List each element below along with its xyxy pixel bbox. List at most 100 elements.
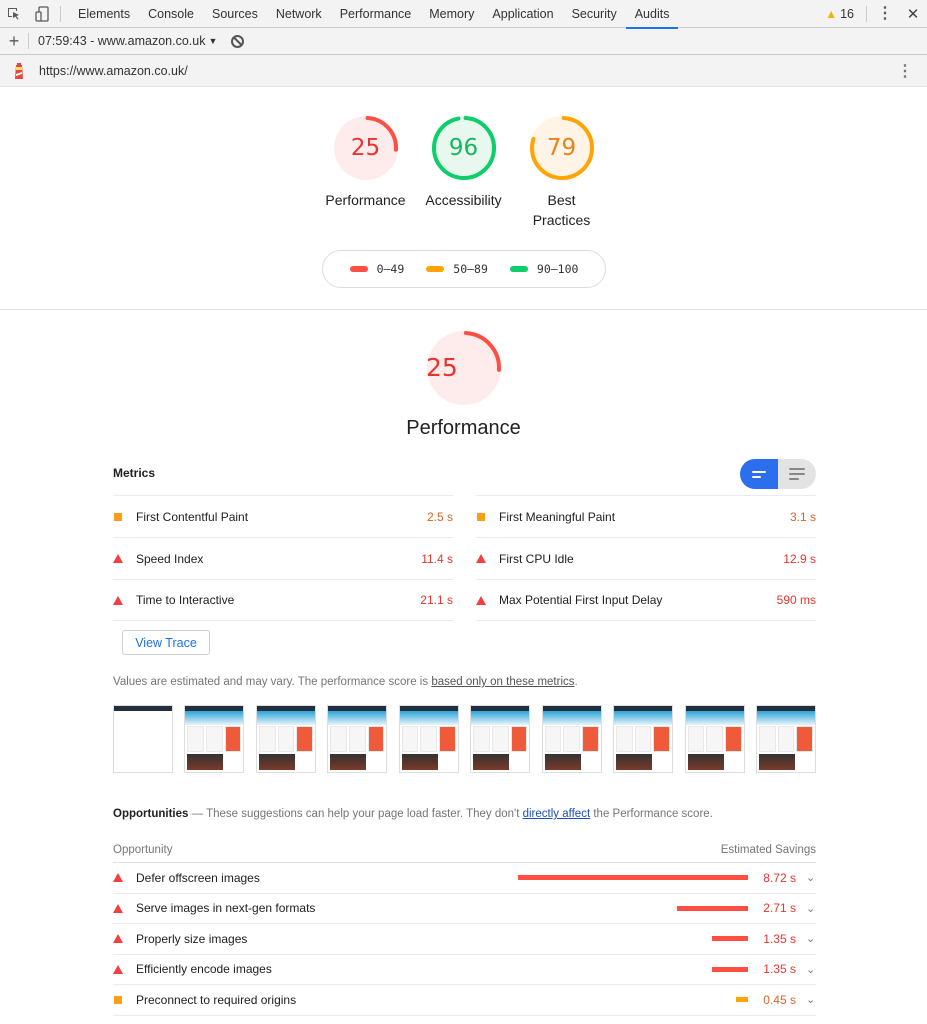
metric-name: Max Potential First Input Delay xyxy=(499,593,663,607)
chevron-down-icon[interactable]: ⌄ xyxy=(806,902,816,915)
chevron-down-icon[interactable]: ⌄ xyxy=(806,932,816,945)
performance-gauge: 25 xyxy=(426,330,502,406)
warnings-count: 16 xyxy=(840,6,854,21)
fail-triangle-icon xyxy=(476,554,499,563)
metrics-note: Values are estimated and may vary. The p… xyxy=(113,676,578,688)
opportunity-row[interactable]: Properly size images 1.35 s ⌄ xyxy=(113,924,816,955)
warnings-badge[interactable]: ▲ 16 xyxy=(817,7,862,21)
average-square-icon xyxy=(113,512,136,521)
chevron-down-icon[interactable]: ⌄ xyxy=(806,871,816,884)
metric-value: 2.5 s xyxy=(426,509,453,524)
legend-item-pass: 90–100 xyxy=(509,262,578,276)
chevron-down-icon[interactable]: ⌄ xyxy=(806,993,816,1006)
savings-bar xyxy=(518,875,748,881)
legend-item-fail: 0–49 xyxy=(349,262,405,276)
new-audit-button[interactable]: + xyxy=(0,28,28,55)
more-options-icon[interactable]: ⋮ xyxy=(871,0,899,28)
report-url: https://www.amazon.co.uk/ xyxy=(39,63,188,78)
directly-affect-link[interactable]: directly affect xyxy=(523,808,591,820)
score-gauge: 25 xyxy=(333,115,399,181)
savings-bar xyxy=(676,905,748,911)
opportunity-row[interactable]: Serve images in next-gen formats 2.71 s ⌄ xyxy=(113,894,816,924)
legend-item-average: 50–89 xyxy=(426,262,488,276)
tab-network[interactable]: Network xyxy=(267,0,331,28)
report-select-value: 07:59:43 - www.amazon.co.uk xyxy=(38,34,206,48)
opportunities-description: These suggestions can help your page loa… xyxy=(206,808,523,820)
chevron-down-icon[interactable]: ⌄ xyxy=(806,963,816,976)
report-url-bar: https://www.amazon.co.uk/ ⋮ xyxy=(0,55,927,87)
savings-bar xyxy=(736,997,748,1003)
legend-range: 0–49 xyxy=(376,262,405,276)
devtools-tabs: Elements Console Sources Network Performance… xyxy=(69,0,679,29)
score-legend: 0–49 50–89 90–100 xyxy=(322,250,606,288)
filmstrip-frame xyxy=(470,705,531,773)
gauge-best-practices[interactable]: 79 Best Practices xyxy=(513,115,611,230)
gauge-score: 79 xyxy=(546,135,577,161)
opportunity-row[interactable]: Preconnect to required origins 0.45 s ⌄ xyxy=(113,985,816,1016)
fail-triangle-icon xyxy=(476,595,499,605)
fail-triangle-icon xyxy=(113,934,136,944)
tab-console[interactable]: Console xyxy=(139,0,203,28)
filmstrip-frame xyxy=(613,705,674,773)
gauge-score: 96 xyxy=(448,135,479,161)
tab-performance[interactable]: Performance xyxy=(331,0,421,28)
opportunity-name: Efficiently encode images xyxy=(136,962,272,977)
filmstrip-frame xyxy=(684,705,745,773)
inspect-element-icon[interactable] xyxy=(0,0,28,28)
tab-audits[interactable]: Audits xyxy=(625,0,679,29)
opportunity-name: Properly size images xyxy=(136,931,248,946)
gauge-performance[interactable]: 25 Performance xyxy=(317,115,415,230)
tab-elements[interactable]: Elements xyxy=(69,0,139,28)
savings-value: 8.72 s xyxy=(763,870,796,885)
tab-security[interactable]: Security xyxy=(563,0,626,28)
view-trace-button[interactable]: View Trace xyxy=(122,630,210,655)
savings-bar xyxy=(712,966,748,972)
legend-swatch xyxy=(509,266,528,272)
report-menu-icon[interactable]: ⋮ xyxy=(897,61,913,81)
metric-value: 11.4 s xyxy=(421,551,453,566)
note-end: . xyxy=(574,676,578,688)
opportunity-name: Preconnect to required origins xyxy=(136,992,297,1007)
expanded-view-button[interactable] xyxy=(778,459,816,489)
category-title: Performance xyxy=(406,417,521,439)
filmstrip-frame xyxy=(113,705,173,773)
dropdown-caret-icon: ▼ xyxy=(208,36,218,46)
divider xyxy=(28,33,29,49)
fail-triangle-icon xyxy=(113,873,136,883)
filmstrip-frame xyxy=(398,705,459,773)
performance-score: 25 xyxy=(426,353,458,382)
device-toolbar-icon[interactable] xyxy=(28,0,56,28)
tab-memory[interactable]: Memory xyxy=(420,0,483,28)
report-select[interactable]: 07:59:43 - www.amazon.co.uk ▼ xyxy=(38,34,217,48)
metrics-column-left: First Contentful Paint 2.5 s Speed Index 11… xyxy=(113,495,453,621)
savings-bar-track xyxy=(508,997,748,1003)
warning-icon: ▲ xyxy=(825,6,838,21)
lines-icon xyxy=(789,478,799,480)
compact-view-button[interactable] xyxy=(740,459,778,489)
scores-summary: 25 Performance 96 Accessibility 79 Best Pract… xyxy=(0,87,927,310)
average-square-icon xyxy=(113,995,136,1004)
opportunity-row[interactable]: Efficiently encode images 1.35 s ⌄ xyxy=(113,955,816,985)
col-opportunity: Opportunity xyxy=(113,844,173,856)
dash: — xyxy=(188,808,207,820)
tab-application[interactable]: Application xyxy=(483,0,562,28)
legend-range: 50–89 xyxy=(453,262,488,276)
close-icon[interactable]: ✕ xyxy=(899,5,927,23)
gauge-accessibility[interactable]: 96 Accessibility xyxy=(415,115,513,230)
metric-name: First Meaningful Paint xyxy=(499,509,616,524)
metrics-view-toggle[interactable] xyxy=(740,459,816,489)
based-on-metrics-link[interactable]: based only on these metrics xyxy=(431,676,574,688)
filmstrip-frame xyxy=(755,705,816,773)
metric-row: First Contentful Paint 2.5 s xyxy=(113,495,453,537)
metric-name: First CPU Idle xyxy=(499,551,574,566)
score-gauge: 96 xyxy=(431,115,497,181)
score-gauge: 79 xyxy=(529,115,595,181)
tab-sources[interactable]: Sources xyxy=(203,0,267,28)
metric-row: Time to Interactive 21.1 s xyxy=(113,579,453,621)
metric-name: Time to Interactive xyxy=(136,593,235,607)
savings-value: 0.45 s xyxy=(763,992,796,1007)
clear-reports-icon[interactable] xyxy=(231,34,245,48)
filmstrip-frame xyxy=(541,705,602,773)
lines-icon xyxy=(752,475,761,478)
opportunity-row[interactable]: Defer offscreen images 8.72 s ⌄ xyxy=(113,863,816,894)
